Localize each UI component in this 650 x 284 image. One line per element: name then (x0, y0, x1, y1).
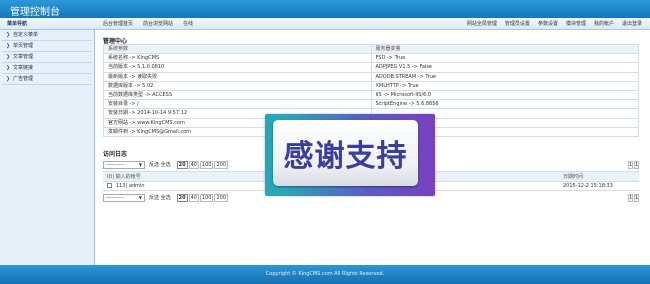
pager: 1 1 (627, 193, 639, 202)
banner-text: 感谢支持 (283, 139, 408, 174)
sidebar-item-label: 自定义菜单 (13, 31, 39, 38)
account-cell: 113| admin (116, 182, 145, 189)
page-number[interactable]: 1 (628, 160, 633, 169)
sidebar-item-label: 文章链接 (13, 64, 34, 71)
datetime-cell: 2015-12-2 15:18:33 (559, 180, 639, 191)
table-row: 当前版本 -> 5.1.0.0810 ADPJPEG V1.5 -> False (103, 62, 639, 73)
table-header-row: 系统参数 服务器变量 (103, 43, 639, 55)
pager: 1 1 (627, 160, 639, 169)
nav-right-links: 网站全局管理 管理员设置 参数设置 模块管理 我的帐户 退出登录 (463, 18, 646, 30)
sidebar-item-label: 单页管理 (13, 42, 34, 49)
page-number[interactable]: 1 (634, 160, 639, 169)
log-title: 访问日志 (103, 151, 128, 158)
cell: ADPJPEG V1.5 -> False (370, 62, 639, 73)
sidebar-item-label: 文章管理 (13, 53, 34, 60)
page-number[interactable]: 1 (628, 193, 633, 202)
col-header-datetime: 日期时间 (559, 171, 639, 182)
sidebar-item-ads[interactable]: ❯ 广告管理 (2, 74, 92, 85)
page-size-option[interactable]: 200 (214, 193, 229, 202)
table-row: 安装目录 -> / ScriptEngine -> 5.6.8856 (103, 99, 639, 110)
nav-link-browse-site[interactable]: 前台浏览网站 (138, 18, 178, 30)
sidebar-item-articles[interactable]: ❯ 文章管理 (2, 52, 92, 63)
copyright-text: Copyright © KingCMS.com All Rights Reser… (265, 271, 385, 277)
cell: 安装目录 -> / (103, 99, 372, 110)
cell: 系统名称 -> KingCMS (103, 53, 372, 64)
sidebar-item-single-page[interactable]: ❯ 单页管理 (2, 41, 92, 52)
page-size-option[interactable]: 20 (176, 193, 188, 202)
nav-link-site-settings[interactable]: 网站全局管理 (463, 18, 501, 30)
page-size-option[interactable]: 100 (199, 193, 214, 202)
cell: ScriptEngine -> 5.6.8856 (370, 99, 639, 110)
table-row: 当前数据库类型 -> ACCESS IIS -> Microsoft-IIS/6.… (103, 89, 639, 101)
cell: XMLHTTP -> True (370, 80, 639, 91)
select-toggle-buttons[interactable]: 反选 全选 (149, 194, 171, 201)
page-size-option[interactable]: 40 (188, 160, 199, 169)
select-value: ---------- (106, 194, 125, 201)
app-title: 管理控制台 (10, 7, 60, 18)
nav-link-logout[interactable]: 退出登录 (618, 18, 646, 30)
table-row: 最新版本 -> 读取失败 ADODB.STREAM -> True (103, 71, 639, 82)
thanks-banner-overlay: 感谢支持 · · · · · · (265, 114, 435, 196)
select-toggle-buttons[interactable]: 反选 全选 (149, 161, 171, 168)
sidebar-item-custom-menu[interactable]: ❯ 自定义菜单 (2, 30, 92, 41)
nav-link-online[interactable]: 在线 (178, 18, 198, 30)
table-row: 系统名称 -> KingCMS FSO -> True (103, 53, 639, 64)
action-select[interactable]: ---------- ▼ (103, 160, 145, 169)
sidebar-item-label: 广告管理 (13, 75, 34, 82)
banner-dots: · · · · · · (337, 188, 362, 193)
cell: IIS -> Microsoft-IIS/6.0 (370, 89, 639, 101)
cell: ADODB.STREAM -> True (370, 71, 639, 82)
sidebar: ❯ 自定义菜单 ❯ 单页管理 ❯ 文章管理 ❯ 文章链接 ❯ 广告管理 (0, 30, 95, 265)
cell: 当前数据库类型 -> ACCESS (103, 89, 372, 101)
chevron-right-icon: ❯ (6, 31, 11, 38)
dropdown-arrow-icon: ▼ (138, 161, 142, 167)
page-size-option[interactable]: 100 (199, 160, 214, 169)
table-row: 数据库版本 -> 5.02 XMLHTTP -> True (103, 80, 639, 91)
nav-link-admin-home[interactable]: 后台管理首页 (98, 18, 138, 30)
dropdown-arrow-icon: ▼ (138, 194, 142, 200)
row-checkbox[interactable] (107, 182, 112, 188)
col-header-server: 服务器变量 (370, 43, 639, 55)
nav-link-my-account[interactable]: 我的帐户 (590, 18, 618, 30)
col-header-system: 系统参数 (103, 43, 372, 55)
chevron-right-icon: ❯ (6, 53, 11, 60)
top-header: 管理控制台 (0, 0, 650, 18)
chevron-right-icon: ❯ (6, 64, 11, 71)
page-size-selector: 20 40 100 200 (176, 193, 229, 202)
chevron-right-icon: ❯ (6, 75, 11, 82)
nav-left-links: 后台管理首页 前台浏览网站 在线 (98, 18, 198, 30)
chevron-right-icon: ❯ (6, 42, 11, 49)
footer: Copyright © KingCMS.com All Rights Reser… (0, 265, 650, 284)
page-size-option[interactable]: 20 (176, 160, 188, 169)
banner-card: 感谢支持 (273, 120, 418, 186)
cell: FSO -> True (370, 53, 639, 64)
cell: 当前版本 -> 5.1.0.0810 (103, 62, 372, 73)
cell: 数据库版本 -> 5.02 (103, 80, 372, 91)
page-size-selector: 20 40 100 200 (176, 160, 229, 169)
nav-link-admin-settings[interactable]: 管理员设置 (501, 18, 534, 30)
page-number[interactable]: 1 (634, 193, 639, 202)
nav-link-params[interactable]: 参数设置 (534, 18, 562, 30)
page-size-option[interactable]: 200 (214, 160, 229, 169)
page-size-option[interactable]: 40 (188, 193, 199, 202)
action-select[interactable]: ---------- ▼ (103, 193, 145, 202)
sidebar-item-article-links[interactable]: ❯ 文章链接 (2, 63, 92, 74)
nav-link-modules[interactable]: 模块管理 (562, 18, 590, 30)
select-value: ---------- (106, 161, 125, 168)
nav-bar: 菜单导航 后台管理首页 前台浏览网站 在线 网站全局管理 管理员设置 参数设置 … (0, 18, 650, 30)
nav-section-label: 菜单导航 (7, 21, 28, 27)
cell: 最新版本 -> 读取失败 (103, 71, 372, 82)
